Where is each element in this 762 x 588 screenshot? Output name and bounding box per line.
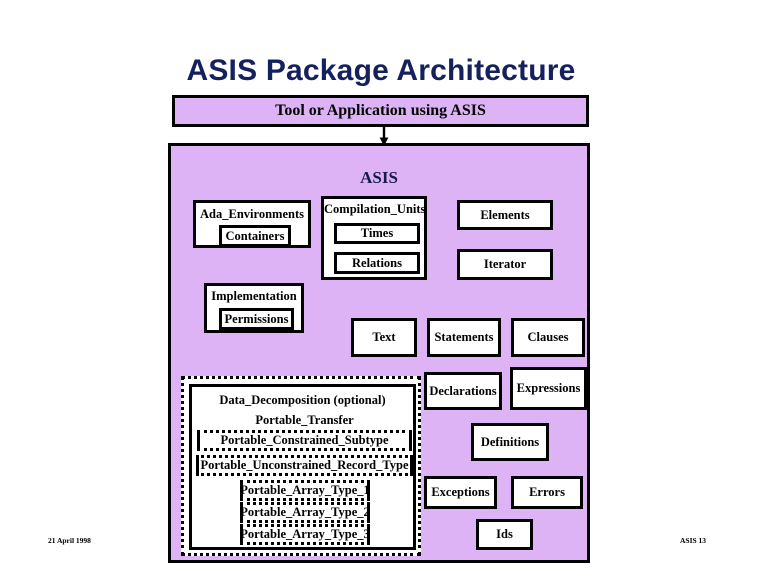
data-decomposition-outer-box: Data_Decomposition (optional) Portable_T… xyxy=(181,376,421,556)
footer-slide-id: ASIS 13 xyxy=(680,536,707,545)
footer-date: 21 April 1998 xyxy=(48,536,91,545)
permissions-box: Permissions xyxy=(219,308,294,330)
elements-label: Elements xyxy=(480,207,530,222)
text-label: Text xyxy=(372,330,396,344)
portable-array-type-1-box: Portable_Array_Type_1 xyxy=(240,480,370,501)
definitions-box: Definitions xyxy=(471,423,549,461)
tool-or-application-box: Tool or Application using ASIS xyxy=(172,95,589,127)
implementation-label: Implementation xyxy=(211,289,297,303)
implementation-box: Implementation Permissions xyxy=(204,283,304,333)
ada-environments-box: Ada_Environments Containers xyxy=(193,200,311,248)
definitions-label: Definitions xyxy=(480,434,540,449)
compilation-units-box: Compilation_Units Times Relations xyxy=(321,196,427,280)
relations-label: Relations xyxy=(352,255,402,270)
portable-array-type-2-box: Portable_Array_Type_2 xyxy=(240,502,370,523)
times-box: Times xyxy=(334,223,420,244)
ids-box: Ids xyxy=(476,519,533,550)
slide-canvas: ASIS Package Architecture Tool or Applic… xyxy=(0,0,762,588)
iterator-label: Iterator xyxy=(483,257,527,271)
text-box: Text xyxy=(351,318,417,357)
statements-box: Statements xyxy=(427,318,501,357)
portable-unconstrained-record-type-box: Portable_Unconstrained_Record_Type xyxy=(196,455,413,476)
errors-box: Errors xyxy=(511,476,583,509)
elements-box: Elements xyxy=(457,200,553,230)
iterator-box: Iterator xyxy=(457,249,553,280)
times-label: Times xyxy=(360,226,394,240)
containers-label: Containers xyxy=(225,228,285,243)
statements-label: Statements xyxy=(434,330,494,344)
data-decomposition-label: Data_Decomposition (optional) xyxy=(219,393,386,407)
asis-container: ASIS Ada_Environments Containers Compila… xyxy=(168,143,590,563)
portable-constrained-subtype-box: Portable_Constrained_Subtype xyxy=(197,430,412,451)
portable-array-type-3-box: Portable_Array_Type_3 xyxy=(240,524,370,545)
expressions-label: Expressions xyxy=(516,381,581,395)
containers-box: Containers xyxy=(219,225,291,245)
declarations-box: Declarations xyxy=(424,372,502,410)
relations-box: Relations xyxy=(334,252,420,274)
expressions-box: Expressions xyxy=(510,367,587,410)
portable-transfer-box: Portable_Transfer Portable_Constrained_S… xyxy=(196,413,413,545)
tool-or-application-label: Tool or Application using ASIS xyxy=(275,102,486,119)
data-decomposition-inner-box: Data_Decomposition (optional) Portable_T… xyxy=(189,384,416,550)
errors-label: Errors xyxy=(529,485,565,499)
asis-heading: ASIS xyxy=(360,168,398,187)
clauses-label: Clauses xyxy=(527,330,569,344)
page-title: ASIS Package Architecture xyxy=(186,54,576,87)
ids-label: Ids xyxy=(496,527,513,541)
exceptions-box: Exceptions xyxy=(424,476,497,509)
portable-transfer-label: Portable_Transfer xyxy=(255,413,354,427)
compilation-units-label: Compilation_Units xyxy=(324,202,426,216)
declarations-label: Declarations xyxy=(429,383,497,398)
permissions-label: Permissions xyxy=(224,311,289,326)
exceptions-label: Exceptions xyxy=(431,485,490,499)
ada-environments-label: Ada_Environments xyxy=(200,207,304,221)
clauses-box: Clauses xyxy=(511,318,585,357)
